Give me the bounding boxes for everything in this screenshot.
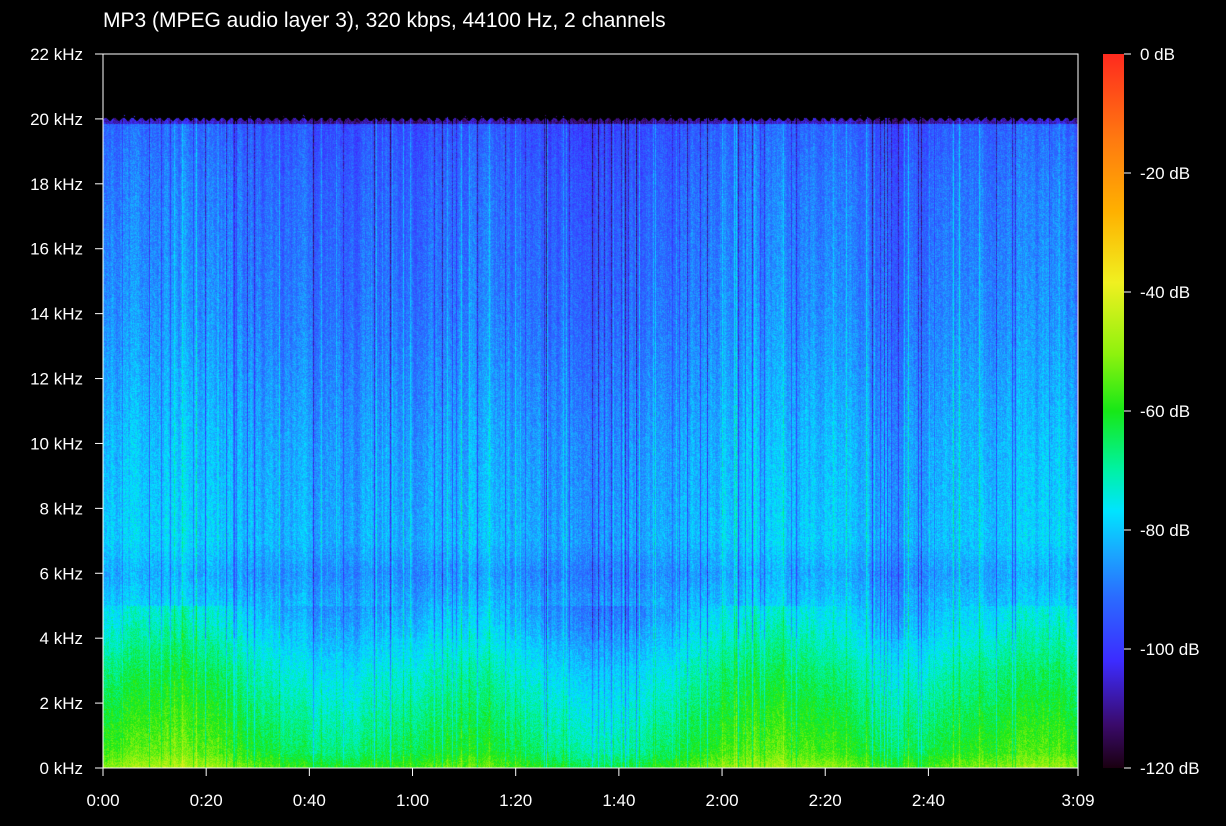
y-tick-label: 12 kHz bbox=[30, 370, 83, 389]
colorbar-tick-label: -60 dB bbox=[1140, 402, 1190, 421]
x-tick-label: 0:40 bbox=[293, 791, 326, 810]
colorbar-tick-label: 0 dB bbox=[1140, 45, 1175, 64]
x-tick-label: 2:00 bbox=[706, 791, 739, 810]
y-tick-label: 20 kHz bbox=[30, 110, 83, 129]
y-tick-label: 4 kHz bbox=[40, 629, 83, 648]
colorbar-tick-label: -120 dB bbox=[1140, 759, 1200, 778]
y-tick-label: 10 kHz bbox=[30, 434, 83, 453]
y-tick-label: 14 kHz bbox=[30, 305, 83, 324]
colorbar-tick-label: -100 dB bbox=[1140, 640, 1200, 659]
colorbar bbox=[1103, 54, 1124, 768]
colorbar-tick-label: -80 dB bbox=[1140, 521, 1190, 540]
x-tick-label: 3:09 bbox=[1061, 791, 1094, 810]
y-tick-label: 0 kHz bbox=[40, 759, 83, 778]
x-tick-label: 2:40 bbox=[912, 791, 945, 810]
y-tick-label: 18 kHz bbox=[30, 175, 83, 194]
x-tick-label: 1:40 bbox=[602, 791, 635, 810]
y-tick-label: 6 kHz bbox=[40, 564, 83, 583]
y-tick-label: 8 kHz bbox=[40, 499, 83, 518]
x-tick-label: 2:20 bbox=[809, 791, 842, 810]
spectrogram-image bbox=[103, 54, 1078, 768]
y-tick-label: 16 kHz bbox=[30, 240, 83, 259]
x-tick-label: 1:00 bbox=[396, 791, 429, 810]
x-tick-label: 1:20 bbox=[499, 791, 532, 810]
y-tick-label: 2 kHz bbox=[40, 694, 83, 713]
x-tick-label: 0:00 bbox=[86, 791, 119, 810]
x-tick-label: 0:20 bbox=[190, 791, 223, 810]
y-tick-label: 22 kHz bbox=[30, 45, 83, 64]
spectrogram-chart: 0 kHz 2 kHz 4 kHz 6 kHz 8 kHz 10 kHz 12 kHz 14 … bbox=[30, 45, 1200, 810]
colorbar-tick-label: -20 dB bbox=[1140, 164, 1190, 183]
colorbar-tick-label: -40 dB bbox=[1140, 283, 1190, 302]
